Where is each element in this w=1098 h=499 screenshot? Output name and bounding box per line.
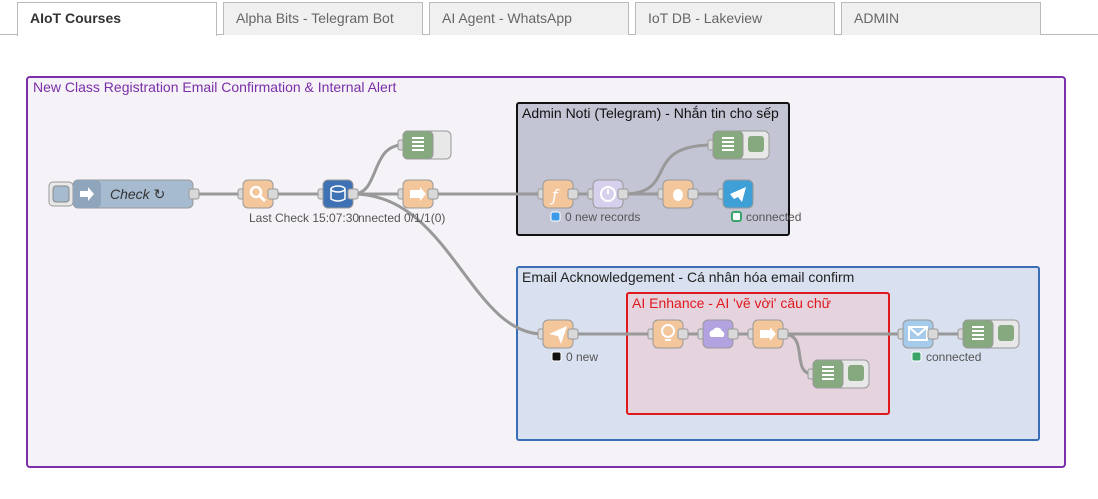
- bug-icon: [673, 189, 683, 201]
- flow-tab-bar: AIoT Courses Alpha Bits - Telegram Bot A…: [0, 0, 1098, 36]
- status-ring-green: [731, 211, 742, 222]
- tab-iot-db-lakeview[interactable]: IoT DB - Lakeview: [635, 2, 835, 35]
- debug-toggle-button[interactable]: [998, 325, 1014, 341]
- ai-prompt-node[interactable]: [647, 319, 689, 349]
- status-dot-black: [551, 351, 562, 362]
- debug-toggle-button[interactable]: [848, 365, 864, 381]
- group-title-email: Email Acknowledgement - Cá nhân hóa emai…: [522, 269, 854, 285]
- status-dot-green: [911, 351, 922, 362]
- debug-node-ai[interactable]: [807, 359, 870, 389]
- debug-node-top[interactable]: [397, 130, 452, 160]
- status-dot-blue: [550, 211, 561, 222]
- check-inject-node[interactable]: Check ↻: [48, 179, 200, 209]
- debug-node-admin[interactable]: [707, 130, 770, 160]
- tab-ai-agent-whatsapp[interactable]: AI Agent - WhatsApp: [429, 2, 629, 35]
- group-title-admin: Admin Noti (Telegram) - Nhắn tin cho sếp: [522, 105, 779, 121]
- telegram-node[interactable]: [717, 179, 754, 209]
- flow-workspace[interactable]: New Class Registration Email Confirmatio…: [0, 35, 1098, 499]
- bug-node[interactable]: [657, 179, 699, 209]
- debug-node-email[interactable]: [957, 319, 1020, 349]
- tab-admin[interactable]: ADMIN: [841, 2, 1041, 35]
- db-connected-status: nnected 0/1/1(0): [358, 211, 445, 225]
- function-node[interactable]: ƒ: [537, 179, 579, 209]
- telegram-connected-status: connected: [746, 210, 801, 224]
- tab-alpha-bits-telegram-bot[interactable]: Alpha Bits - Telegram Bot: [223, 2, 423, 35]
- email-send-node[interactable]: [897, 319, 939, 349]
- search-node[interactable]: [237, 179, 279, 209]
- email-in-node[interactable]: [537, 319, 579, 349]
- check-node-label: Check ↻: [110, 186, 165, 202]
- delay-node[interactable]: [587, 179, 629, 209]
- ai-change-node[interactable]: [747, 319, 789, 349]
- email-connected-status: connected: [926, 350, 981, 364]
- debug-toggle-button[interactable]: [748, 136, 764, 152]
- database-node[interactable]: [317, 179, 359, 209]
- last-check-status: Last Check 15:07:30: [249, 211, 359, 225]
- group-title-outer: New Class Registration Email Confirmatio…: [33, 79, 396, 95]
- new-status: 0 new: [566, 350, 598, 364]
- group-ai-enhance[interactable]: AI Enhance - AI 'vẽ vời' câu chữ: [626, 292, 890, 415]
- change-node[interactable]: [397, 179, 439, 209]
- tab-aiot-courses[interactable]: AIoT Courses: [17, 2, 217, 36]
- group-title-ai: AI Enhance - AI 'vẽ vời' câu chữ: [632, 295, 831, 311]
- new-records-status: 0 new records: [565, 210, 640, 224]
- ai-model-node[interactable]: [697, 319, 739, 349]
